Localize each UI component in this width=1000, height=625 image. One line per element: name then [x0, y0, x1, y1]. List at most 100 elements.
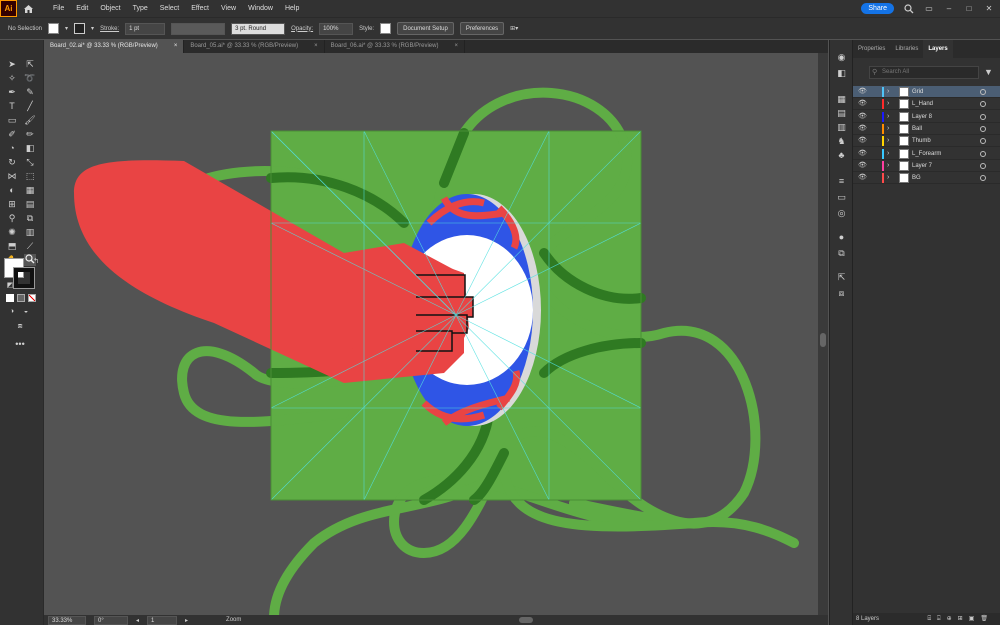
rotate-tool-icon[interactable]: ↻ — [6, 156, 18, 168]
menu-edit[interactable]: Edit — [70, 5, 94, 12]
target-icon[interactable] — [980, 113, 986, 120]
layer-row[interactable]: 👁 › BG — [853, 172, 1000, 185]
gradient-mode-icon[interactable] — [17, 294, 25, 302]
free-transform-icon[interactable]: ⬚ — [24, 170, 36, 182]
width-tool-icon[interactable]: ⋈ — [6, 170, 18, 182]
stroke-color-swatch[interactable] — [13, 267, 35, 289]
properties-panel-icon[interactable]: ◉ — [836, 52, 847, 63]
swap-colors-icon[interactable]: ↰ — [30, 256, 42, 268]
target-icon[interactable] — [980, 101, 986, 108]
prev-artboard-icon[interactable]: ◂ — [136, 617, 139, 624]
stroke-label[interactable]: Stroke: — [100, 26, 119, 32]
graph-tool-icon[interactable]: ▥ — [24, 226, 36, 238]
eye-icon[interactable]: 👁 — [858, 148, 868, 160]
shape-builder-icon[interactable]: ◐ — [6, 184, 18, 196]
export-icon[interactable]: ⇱ — [836, 272, 847, 283]
brushes-icon[interactable]: ♞ — [836, 136, 847, 147]
layers-search-input[interactable]: Search All — [869, 66, 979, 79]
layer-row[interactable]: 👁 › Grid — [853, 86, 1000, 98]
transparency-icon[interactable]: ◎ — [836, 208, 847, 219]
blend-tool-icon[interactable]: ⧉ — [24, 212, 36, 224]
layer-row[interactable]: 👁 › Ball — [853, 123, 1000, 135]
selection-tool-icon[interactable]: ➤ — [6, 58, 18, 70]
preferences-button[interactable]: Preferences — [459, 22, 505, 35]
opacity-label[interactable]: Opacity: — [291, 26, 313, 32]
horizontal-scroll-thumb[interactable] — [519, 617, 534, 623]
tab-close-icon[interactable]: × — [174, 40, 178, 53]
chevron-right-icon[interactable]: › — [887, 111, 889, 123]
swatches-icon[interactable]: ▥ — [836, 122, 847, 133]
document-setup-button[interactable]: Document Setup — [397, 22, 454, 35]
draw-behind-icon[interactable]: ◒ — [20, 306, 32, 318]
target-icon[interactable] — [980, 89, 986, 95]
artboard-tool-icon[interactable]: ⬒ — [6, 240, 18, 252]
tab-board-02[interactable]: Board_02.ai* @ 33.33 % (RGB/Preview) × — [44, 40, 185, 53]
curvature-tool-icon[interactable]: ✎ — [24, 86, 36, 98]
chevron-right-icon[interactable]: › — [887, 98, 889, 110]
menu-effect[interactable]: Effect — [185, 5, 215, 12]
target-icon[interactable] — [980, 150, 986, 157]
eye-icon[interactable]: 👁 — [858, 160, 868, 172]
tab-properties[interactable]: Properties — [853, 40, 890, 58]
artboards-panel-icon[interactable]: ⧈ — [836, 288, 847, 299]
mesh-tool-icon[interactable]: ⊞ — [6, 198, 18, 210]
opacity-field[interactable]: 100% — [319, 22, 354, 35]
layer-row[interactable]: 👁 › Layer 7 — [853, 160, 1000, 172]
search-icon[interactable] — [904, 3, 914, 14]
gradient-panel-icon[interactable]: ▭ — [836, 192, 847, 203]
magic-wand-icon[interactable]: ✧ — [6, 72, 18, 84]
more-tools-icon[interactable]: ••• — [14, 338, 26, 350]
color-guide-icon[interactable]: ▤ — [836, 108, 847, 119]
brush-definition[interactable]: 3 pt. Round — [231, 22, 286, 35]
rectangle-tool-icon[interactable]: ▭ — [6, 114, 18, 126]
direct-selection-tool-icon[interactable]: ⇱ — [24, 58, 36, 70]
fill-swatch[interactable] — [48, 23, 60, 34]
pen-tool-icon[interactable]: ✒ — [6, 86, 18, 98]
scroll-thumb[interactable] — [820, 333, 826, 347]
target-icon[interactable] — [980, 125, 986, 132]
color-panel-icon[interactable]: ▦ — [836, 94, 847, 105]
tab-layers[interactable]: Layers — [923, 40, 953, 58]
color-mode-icon[interactable] — [6, 294, 14, 302]
shaper-tool-icon[interactable]: ✐ — [6, 128, 18, 140]
layer-actions-icons[interactable]: ⌸⌹⊕⊞▣🗑 — [927, 613, 994, 625]
arrange-icon[interactable]: ⊞▾ — [510, 25, 518, 32]
chevron-right-icon[interactable]: › — [887, 148, 889, 160]
tab-close-icon[interactable]: × — [454, 40, 458, 53]
eye-icon[interactable]: 👁 — [858, 86, 868, 98]
stroke-panel-icon[interactable]: ≡ — [836, 176, 847, 187]
share-button[interactable]: Share — [861, 3, 894, 14]
home-icon[interactable] — [17, 0, 39, 17]
layer-row[interactable]: 👁 › L_Forearm — [853, 148, 1000, 160]
zoom-level-field[interactable]: 33.33% — [48, 615, 86, 625]
default-colors-icon[interactable]: ◩ — [4, 280, 16, 292]
filter-icon[interactable]: ▼ — [984, 67, 993, 77]
layer-row[interactable]: 👁 › Thumb — [853, 135, 1000, 148]
layer-row[interactable]: 👁 › Layer 8 — [853, 111, 1000, 123]
chevron-down-icon[interactable]: ▾ — [91, 25, 94, 32]
libraries-panel-icon[interactable]: ◧ — [836, 68, 847, 79]
chevron-right-icon[interactable]: › — [887, 172, 889, 184]
maximize-icon[interactable]: □ — [964, 4, 974, 14]
lasso-icon[interactable]: ➰ — [24, 72, 36, 84]
canvas[interactable] — [44, 53, 818, 615]
screen-mode-icon[interactable]: ⧈ — [14, 320, 26, 332]
menu-select[interactable]: Select — [154, 5, 185, 12]
menu-window[interactable]: Window — [242, 5, 279, 12]
menu-type[interactable]: Type — [127, 5, 154, 12]
minimize-icon[interactable]: – — [944, 4, 954, 14]
artboard-number-field[interactable]: 1 — [147, 615, 178, 625]
slice-tool-icon[interactable]: ⟋ — [24, 240, 36, 252]
paintbrush-icon[interactable]: 🖌 — [24, 114, 36, 126]
chevron-down-icon[interactable]: ▾ — [65, 25, 68, 32]
menu-file[interactable]: File — [47, 5, 70, 12]
graphic-styles-icon[interactable]: ⧉ — [836, 248, 847, 259]
eyedropper-icon[interactable]: ⚲ — [6, 212, 18, 224]
symbols-icon[interactable]: ♣ — [836, 150, 847, 161]
variable-width-profile[interactable] — [171, 22, 226, 35]
chevron-right-icon[interactable]: › — [887, 160, 889, 172]
chevron-right-icon[interactable]: › — [887, 123, 889, 135]
close-icon[interactable]: ✕ — [984, 4, 994, 14]
rotate-view-field[interactable]: 0° — [94, 615, 128, 625]
layer-row[interactable]: 👁 › L_Hand — [853, 98, 1000, 111]
